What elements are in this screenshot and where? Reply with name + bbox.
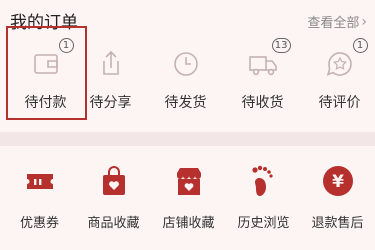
view-all-link[interactable]: 查看全部 › <box>307 12 367 32</box>
view-all-label: 查看全部 <box>307 16 360 31</box>
store-heart-icon <box>172 164 206 198</box>
clock-icon <box>168 46 204 82</box>
status-badge: 13 <box>271 38 291 53</box>
status-label: 待发货 <box>164 95 207 111</box>
order-status-pending-receipt[interactable]: 13 待收货 <box>225 34 300 114</box>
tool-label: 商品收藏 <box>87 216 140 231</box>
chevron-right-icon: › <box>361 13 367 30</box>
coupon-icon <box>23 164 57 198</box>
tool-label: 历史浏览 <box>237 216 290 231</box>
status-badge: 1 <box>352 38 368 53</box>
review-icon: 1 <box>322 38 368 82</box>
tool-browsing-history[interactable]: 历史浏览 <box>226 156 301 236</box>
tools-card: 优惠券 商品收藏 店铺收藏 历史浏览 ¥ 退款售后 <box>0 146 375 250</box>
svg-text:¥: ¥ <box>332 172 344 192</box>
tool-store-favorites[interactable]: 店铺收藏 <box>151 156 226 236</box>
order-status-pending-shipment[interactable]: 待发货 <box>148 34 223 114</box>
tool-refund-after-sales[interactable]: ¥ 退款售后 <box>300 156 375 236</box>
share-icon <box>93 46 129 82</box>
status-label: 待分享 <box>89 95 132 111</box>
section-divider <box>0 132 375 146</box>
status-label: 待收货 <box>241 95 284 111</box>
truck-icon: 13 <box>245 38 291 82</box>
tool-product-favorites[interactable]: 商品收藏 <box>76 156 151 236</box>
highlight-frame <box>6 26 87 120</box>
shopping-bag-heart-icon <box>97 164 131 198</box>
order-status-pending-review[interactable]: 1 待评价 <box>302 34 375 114</box>
orders-card: 我的订单 查看全部 › 1 待付款 待分享 待发货 13 待收货 1 待评价 <box>0 0 375 132</box>
tool-coupon[interactable]: 优惠券 <box>2 156 77 236</box>
status-label: 待评价 <box>318 95 361 111</box>
refund-icon: ¥ <box>321 164 355 198</box>
tool-label: 优惠券 <box>19 216 59 231</box>
footprint-icon <box>247 164 281 198</box>
tool-label: 店铺收藏 <box>162 216 215 231</box>
tool-label: 退款售后 <box>311 216 364 231</box>
